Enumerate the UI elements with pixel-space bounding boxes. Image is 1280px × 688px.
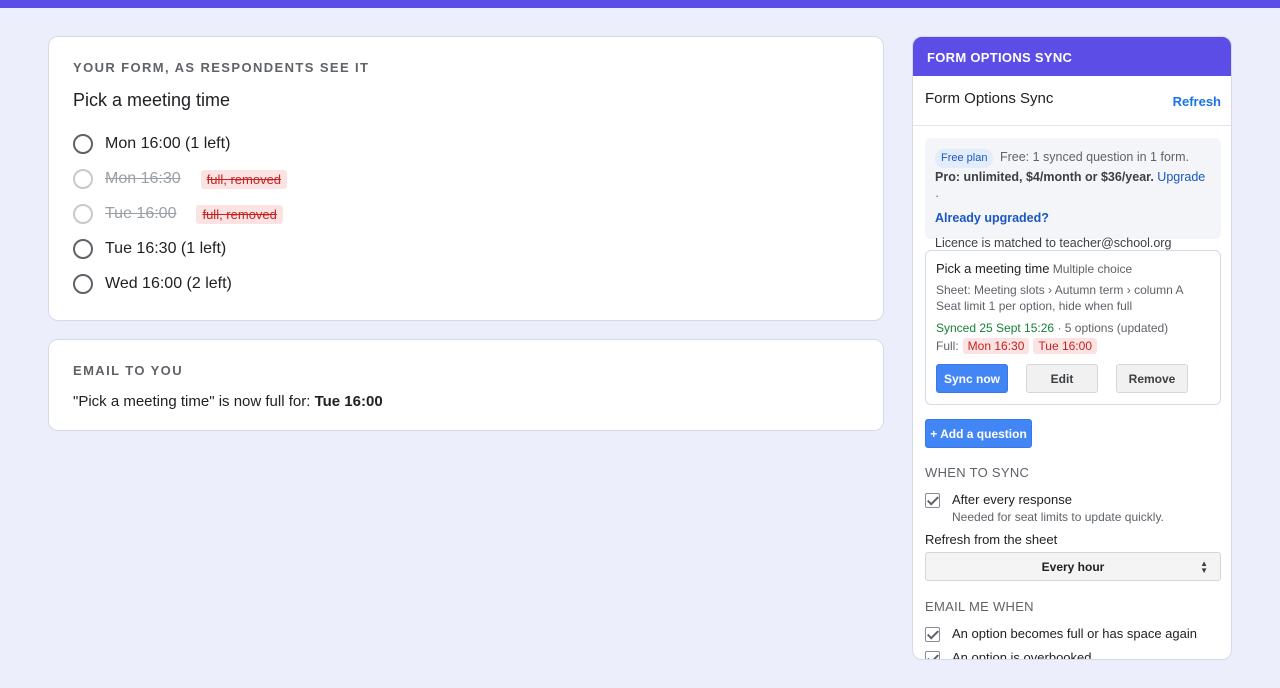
add-question-button[interactable]: + Add a question xyxy=(925,419,1032,448)
options-count: · 5 options (updated) xyxy=(1057,321,1169,335)
after-every-response-label: After every response Needed for seat lim… xyxy=(952,492,1164,524)
radio-button[interactable] xyxy=(73,239,93,259)
sheet-source: Sheet: Meeting slots › Autumn term › col… xyxy=(936,283,1184,297)
option-row: Mon 16:30 full, removed xyxy=(73,168,288,190)
question-title: Pick a meeting time xyxy=(73,90,231,110)
option-label: Mon 16:00 (1 left) xyxy=(105,135,231,152)
separator: · xyxy=(935,189,940,203)
option-label: Tue 16:30 (1 left) xyxy=(105,240,227,257)
email-preview-card: EMAIL TO YOU "Pick a meeting time" is no… xyxy=(48,339,884,431)
full-options-line: Full: Mon 16:30 Tue 16:00 xyxy=(936,338,1210,354)
edit-button[interactable]: Edit xyxy=(1026,364,1098,393)
after-every-response-hint: Needed for seat limits to update quickly… xyxy=(952,510,1164,524)
option-row: Tue 16:00 full, removed xyxy=(73,203,283,225)
email-message-prefix: "Pick a meeting time" is now full for: xyxy=(73,393,315,410)
removed-badge: full, removed xyxy=(200,169,288,189)
remove-button[interactable]: Remove xyxy=(1116,364,1188,393)
panel-header: FORM OPTIONS SYNC xyxy=(913,37,1231,76)
email-option-overbooked[interactable]: An option is overbooked xyxy=(925,650,1092,660)
full-option-chip: Tue 16:00 xyxy=(1033,338,1097,354)
panel-subheader: Form Options Sync Refresh xyxy=(913,76,1231,126)
after-every-response-text: After every response xyxy=(952,492,1072,507)
synced-question-title: Pick a meeting time xyxy=(936,261,1050,276)
sync-status: Synced 25 Sept 15:26 · 5 options (update… xyxy=(936,320,1210,336)
option-label: Mon 16:30 xyxy=(105,170,181,187)
email-me-when-heading: EMAIL ME WHEN xyxy=(925,599,1034,614)
radio-button[interactable] xyxy=(73,134,93,154)
already-upgraded-link[interactable]: Already upgraded? xyxy=(935,209,1211,228)
email-section-label: EMAIL TO YOU xyxy=(73,363,183,378)
full-label: Full: xyxy=(936,339,959,353)
radio-button[interactable] xyxy=(73,274,93,294)
refresh-from-sheet-label: Refresh from the sheet xyxy=(925,532,1058,547)
top-accent-bar xyxy=(0,0,1280,8)
email-option-overbooked-label: An option is overbooked xyxy=(952,650,1092,660)
checkbox-check-icon[interactable] xyxy=(925,627,940,642)
sync-now-button[interactable]: Sync now xyxy=(936,364,1008,393)
form-options-sync-panel: FORM OPTIONS SYNC Form Options Sync Refr… xyxy=(912,36,1232,660)
option-label: Wed 16:00 (2 left) xyxy=(105,275,232,292)
refresh-frequency-select[interactable]: Every hour ▲ ▼ xyxy=(925,552,1221,581)
email-message: "Pick a meeting time" is now full for: T… xyxy=(73,393,383,410)
email-option-full[interactable]: An option becomes full or has space agai… xyxy=(925,626,1197,642)
removed-badge: full, removed xyxy=(196,204,283,224)
option-row[interactable]: Tue 16:30 (1 left) xyxy=(73,238,226,260)
select-arrows-icon: ▲ ▼ xyxy=(1200,559,1208,575)
upgrade-link[interactable]: Upgrade xyxy=(1157,170,1205,184)
synced-question-card: Pick a meeting time Multiple choice Shee… xyxy=(925,250,1221,405)
form-preview-label: YOUR FORM, AS RESPONDENTS SEE IT xyxy=(73,60,370,75)
when-to-sync-heading: WHEN TO SYNC xyxy=(925,465,1030,480)
checkbox-check-icon[interactable] xyxy=(925,651,940,659)
seat-limit-info: Seat limit 1 per option, hide when full xyxy=(936,299,1133,313)
panel-title: Form Options Sync xyxy=(925,90,1054,107)
free-plan-text: Free: 1 synced question in 1 form. xyxy=(999,150,1189,164)
option-label: Tue 16:00 xyxy=(105,205,177,222)
free-plan-badge: Free plan xyxy=(935,149,994,168)
option-row[interactable]: Wed 16:00 (2 left) xyxy=(73,273,232,295)
option-row[interactable]: Mon 16:00 (1 left) xyxy=(73,133,230,155)
full-option-chip: Mon 16:30 xyxy=(962,338,1030,354)
checkbox-check-icon[interactable] xyxy=(925,493,940,508)
plan-info-box: Free plan Free: 1 synced question in 1 f… xyxy=(925,138,1221,250)
radio-button xyxy=(73,204,93,224)
question-type: Multiple choice xyxy=(1052,262,1133,276)
pro-plan-text: Pro: unlimited, $4/month or $36/year. xyxy=(935,170,1154,184)
after-every-response-option[interactable]: After every response Needed for seat lim… xyxy=(925,492,1164,524)
question-actions: Sync now Edit Remove xyxy=(936,364,1188,393)
refresh-button[interactable]: Refresh xyxy=(1173,94,1221,109)
synced-timestamp: Synced 25 Sept 15:26 xyxy=(936,321,1055,335)
email-message-option: Tue 16:00 xyxy=(314,393,383,410)
radio-button xyxy=(73,169,93,189)
refresh-frequency-value: Every hour xyxy=(1041,559,1105,574)
form-preview-card: YOUR FORM, AS RESPONDENTS SEE IT Pick a … xyxy=(48,36,884,321)
email-option-full-label: An option becomes full or has space agai… xyxy=(952,626,1197,641)
